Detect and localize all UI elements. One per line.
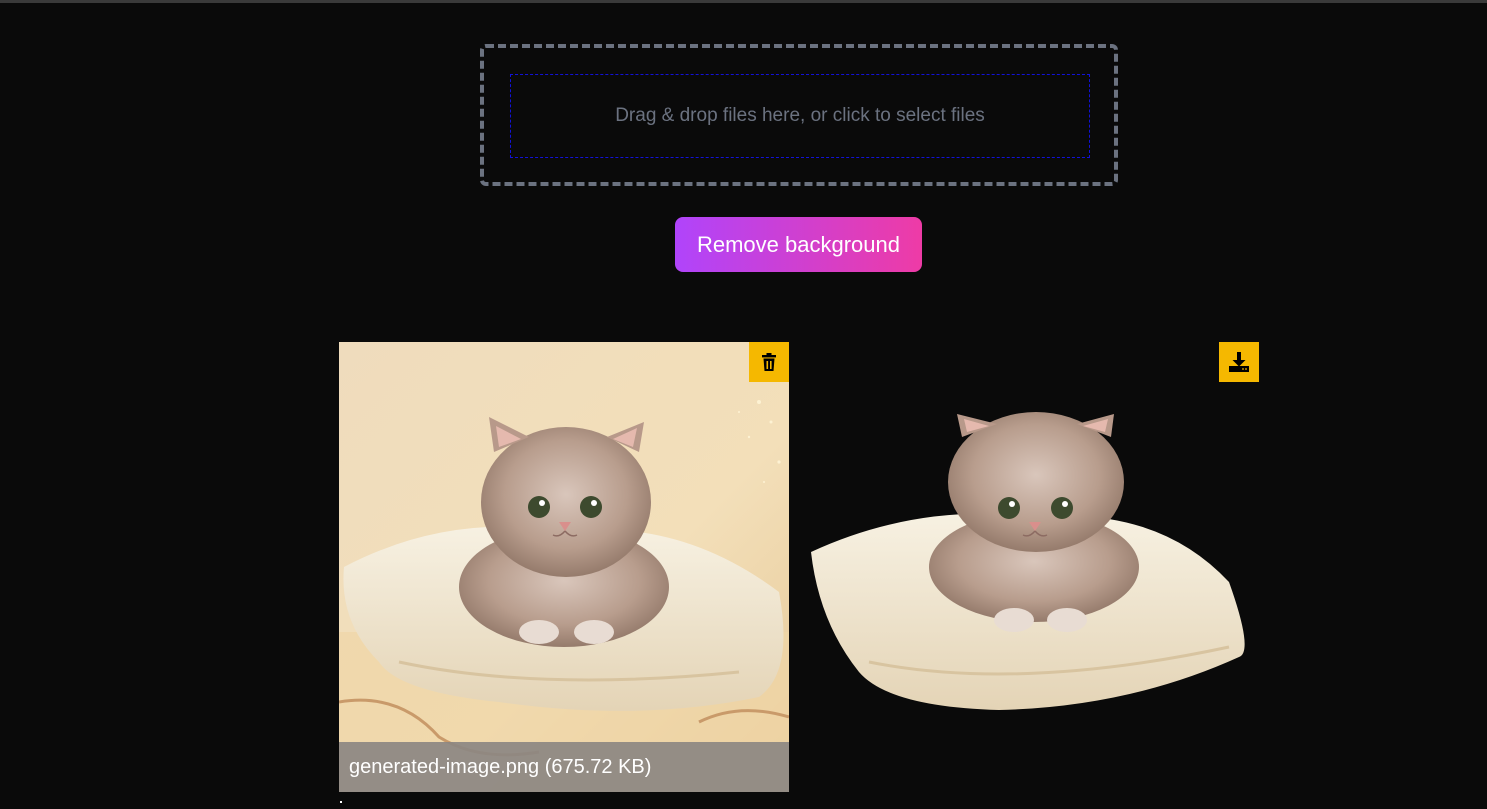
download-icon xyxy=(1229,352,1249,372)
original-image xyxy=(339,342,789,792)
remove-background-button[interactable]: Remove background xyxy=(675,217,922,272)
dropzone-target-area[interactable]: Drag & drop files here, or click to sele… xyxy=(510,74,1090,158)
download-button[interactable] xyxy=(1219,342,1259,382)
file-dropzone[interactable]: Drag & drop files here, or click to sele… xyxy=(480,44,1118,186)
window-top-border xyxy=(0,0,1487,3)
cutout-image xyxy=(811,412,1245,710)
page-dot xyxy=(340,801,342,803)
image-caption: generated-image.png (675.72 KB) xyxy=(339,742,789,792)
result-image xyxy=(799,392,1259,722)
delete-button[interactable] xyxy=(749,342,789,382)
original-image-card: generated-image.png (675.72 KB) xyxy=(339,342,789,792)
trash-icon xyxy=(762,353,776,371)
dropzone-text: Drag & drop files here, or click to sele… xyxy=(615,105,985,126)
